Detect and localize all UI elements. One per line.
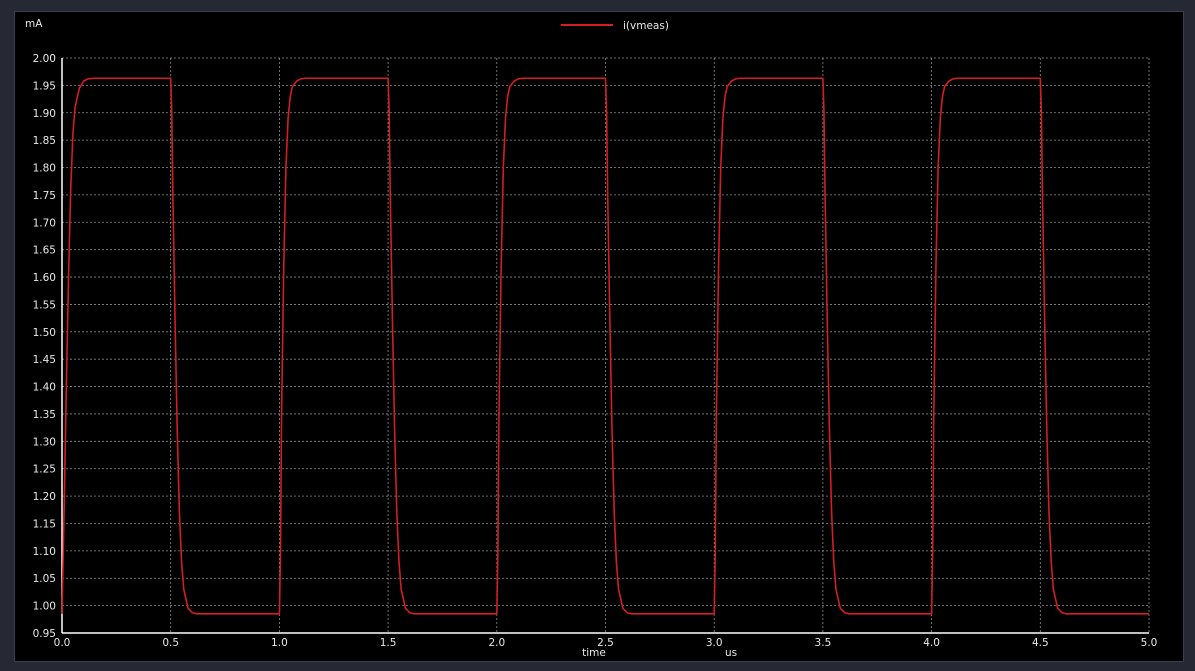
window-frame: 0.95 1.00 1.05 1.10 1.15 1.20 1.25 1.30 1.35 1.40… <box>0 0 1195 671</box>
y-tick-label: 1.75 <box>33 190 56 202</box>
y-tick-labels: 0.95 1.00 1.05 1.10 1.15 1.20 1.25 1.30 1.35 1.40… <box>33 53 56 640</box>
y-tick-label: 1.20 <box>33 491 56 503</box>
y-tick-label: 1.60 <box>33 272 56 284</box>
y-tick-label: 1.25 <box>33 464 56 476</box>
x-tick-label: 0.0 <box>54 637 71 649</box>
x-tick-label: 5.0 <box>1141 637 1158 649</box>
y-tick-label: 1.05 <box>33 573 56 585</box>
y-tick-label: 1.10 <box>33 546 56 558</box>
y-tick-label: 1.15 <box>33 518 56 530</box>
legend-label-i-vmeas: i(vmeas) <box>623 20 669 32</box>
y-tick-label: 0.95 <box>33 628 56 640</box>
y-tick-label: 2.00 <box>33 53 56 65</box>
x-axis-unit-label: us <box>725 647 737 659</box>
y-tick-label: 1.90 <box>33 108 56 120</box>
y-tick-label: 1.55 <box>33 299 56 311</box>
x-tick-label: 0.5 <box>162 637 179 649</box>
y-tick-label: 1.00 <box>33 601 56 613</box>
x-tick-label: 1.0 <box>271 637 288 649</box>
plot-window: 0.95 1.00 1.05 1.10 1.15 1.20 1.25 1.30 1.35 1.40… <box>14 11 1184 662</box>
y-tick-label: 1.95 <box>33 80 56 92</box>
y-axis-unit-label: mA <box>25 18 43 30</box>
waveform-chart[interactable]: 0.95 1.00 1.05 1.10 1.15 1.20 1.25 1.30 1.35 1.40… <box>15 12 1185 663</box>
y-tick-label: 1.70 <box>33 217 56 229</box>
y-tick-label: 1.30 <box>33 436 56 448</box>
x-tick-label: 1.5 <box>380 637 397 649</box>
y-tick-label: 1.45 <box>33 354 56 366</box>
x-tick-label: 4.5 <box>1032 637 1049 649</box>
x-tick-label: 3.5 <box>815 637 832 649</box>
y-tick-label: 1.80 <box>33 163 56 175</box>
x-tick-label: 2.0 <box>488 637 505 649</box>
x-tick-label: 4.0 <box>923 637 940 649</box>
grid <box>61 57 1150 634</box>
legend[interactable]: i(vmeas) <box>561 20 669 32</box>
y-tick-label: 1.40 <box>33 382 56 394</box>
y-tick-label: 1.50 <box>33 327 56 339</box>
y-tick-label: 1.35 <box>33 409 56 421</box>
y-tick-label: 1.85 <box>33 135 56 147</box>
y-tick-label: 1.65 <box>33 245 56 257</box>
x-tick-label: 3.0 <box>706 637 723 649</box>
x-axis-label: time <box>582 647 606 659</box>
